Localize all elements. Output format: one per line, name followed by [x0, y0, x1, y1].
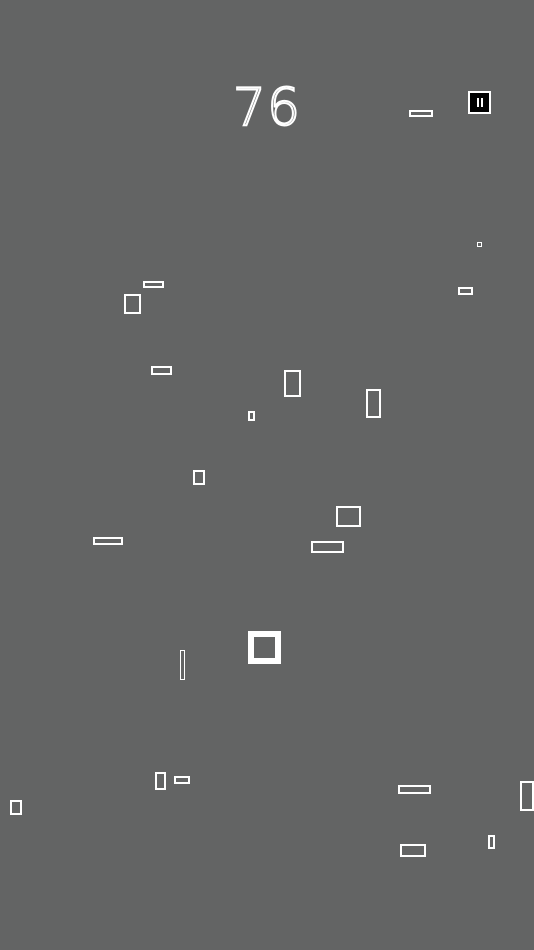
obstacle — [151, 366, 172, 375]
obstacle — [409, 110, 433, 117]
player-square[interactable] — [248, 631, 281, 664]
obstacle — [93, 537, 123, 545]
obstacle — [336, 506, 361, 527]
obstacle — [311, 541, 344, 553]
obstacle — [366, 389, 381, 418]
obstacle — [398, 785, 431, 794]
obstacle — [488, 835, 495, 849]
obstacle — [520, 781, 534, 811]
obstacle — [400, 844, 426, 857]
obstacle — [458, 287, 473, 295]
pause-button[interactable] — [468, 91, 491, 114]
obstacle — [193, 470, 205, 485]
obstacle — [143, 281, 164, 288]
obstacle — [155, 772, 166, 790]
obstacle — [180, 650, 185, 680]
score-display: 76 — [232, 78, 302, 138]
obstacle — [174, 776, 190, 784]
obstacle — [10, 800, 22, 815]
obstacle — [124, 294, 141, 314]
obstacle — [284, 370, 301, 397]
obstacle — [477, 242, 482, 247]
pause-icon — [476, 98, 483, 107]
obstacle — [248, 411, 255, 421]
